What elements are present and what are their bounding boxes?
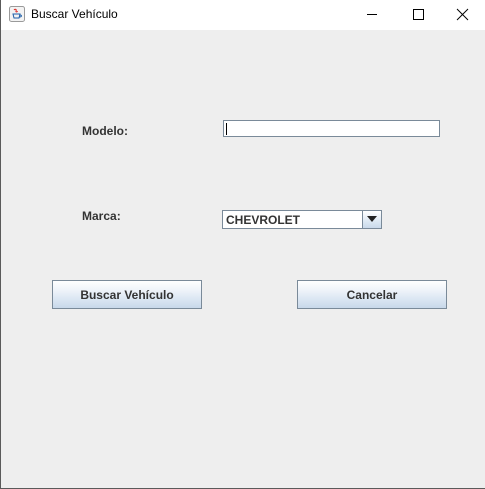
marca-select-value: CHEVROLET [226,213,301,227]
form-panel: Modelo: Marca: CHEVROLET Buscar Vehículo… [2,30,485,488]
buscar-vehiculo-button[interactable]: Buscar Vehículo [52,280,202,309]
cancel-button[interactable]: Cancelar [297,280,447,309]
marca-select[interactable]: CHEVROLET [222,210,382,229]
text-caret [226,123,227,135]
modelo-input[interactable] [223,120,440,137]
buscar-vehiculo-window: Buscar Vehículo Modelo: Marca: CHEVROLET [0,0,485,489]
maximize-button[interactable] [395,0,441,30]
minimize-button[interactable] [349,0,395,30]
minimize-icon [367,14,377,15]
close-button[interactable] [439,0,485,30]
modelo-label: Modelo: [82,124,128,138]
java-cup-icon [9,6,25,22]
window-title: Buscar Vehículo [31,7,118,21]
close-icon [456,8,469,21]
marca-dropdown-button[interactable] [362,211,381,228]
marca-label: Marca: [82,209,121,223]
maximize-icon [413,9,424,20]
title-bar[interactable]: Buscar Vehículo [1,0,485,30]
chevron-down-icon [367,216,377,222]
